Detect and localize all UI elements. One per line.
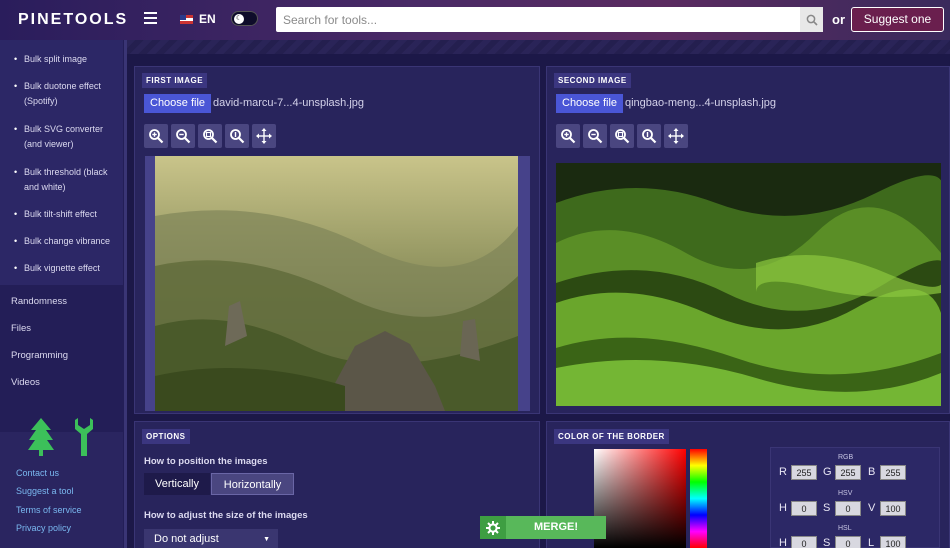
hsl-label: HSL: [838, 525, 852, 532]
sidebar-item[interactable]: Bulk split image: [14, 52, 119, 67]
first-file-name: david-marcu-7...4-unsplash.jpg: [213, 97, 365, 109]
b-input[interactable]: 255: [880, 465, 906, 480]
second-file-name: qingbao-meng...4-unsplash.jpg: [625, 97, 777, 109]
gear-icon: [480, 516, 506, 539]
sidebar-category-files[interactable]: Files: [11, 323, 31, 334]
sidebar-footer: Contact us Suggest a tool Terms of servi…: [0, 418, 123, 548]
second-image-canvas[interactable]: [556, 163, 941, 406]
hsl-h-label: H: [779, 537, 787, 548]
color-values-box: RGB R 255 G 255 B 255 HSV H 0 S 0 V 100 …: [770, 447, 940, 548]
hsl-l-input[interactable]: 100: [880, 536, 906, 548]
sidebar-subcategory-list: Bulk split image Bulk duotone effect (Sp…: [0, 40, 123, 285]
second-move-icon[interactable]: [664, 124, 688, 148]
search-icon: [806, 14, 818, 26]
horizontally-option[interactable]: Horizontally: [211, 473, 294, 495]
sidebar-item[interactable]: Bulk duotone effect (Spotify): [14, 79, 119, 109]
first-image-canvas[interactable]: [145, 156, 530, 411]
first-image-preview: [155, 156, 518, 411]
rgb-label: RGB: [838, 454, 854, 461]
size-label: How to adjust the size of the images: [144, 510, 308, 521]
privacy-link[interactable]: Privacy policy: [16, 523, 71, 533]
search-bar: [276, 7, 823, 32]
hsv-s-input[interactable]: 0: [835, 501, 861, 516]
b-label: B: [868, 466, 876, 478]
first-move-icon[interactable]: [252, 124, 276, 148]
search-input[interactable]: [276, 7, 796, 32]
pine-tree-icon: [28, 418, 54, 456]
language-selector[interactable]: EN: [180, 12, 216, 26]
second-image-tag: SECOND IMAGE: [554, 73, 631, 88]
language-label: EN: [199, 12, 216, 26]
sidebar-category-programming[interactable]: Programming: [11, 350, 68, 361]
terms-link[interactable]: Terms of service: [16, 505, 82, 515]
suggest-button[interactable]: Suggest one: [851, 7, 944, 32]
sidebar-item[interactable]: Bulk change vibrance: [14, 234, 119, 249]
sidebar-scrollbar[interactable]: [124, 40, 127, 548]
suggest-tool-link[interactable]: Suggest a tool: [16, 486, 74, 496]
border-color-tag: COLOR OF THE BORDER: [554, 429, 669, 444]
options-tag: OPTIONS: [142, 429, 190, 444]
moon-icon: ☾: [234, 14, 244, 24]
hue-slider[interactable]: [690, 449, 707, 548]
wrench-icon: [75, 418, 93, 456]
second-choose-file-button[interactable]: Choose file: [556, 94, 624, 113]
first-zoom-in-icon[interactable]: [144, 124, 168, 148]
sidebar-item[interactable]: Bulk vignette effect: [14, 261, 119, 276]
sidebar-item[interactable]: Bulk threshold (black and white): [14, 165, 119, 195]
r-input[interactable]: 255: [791, 465, 817, 480]
hsv-v-label: V: [868, 502, 876, 514]
size-adjust-value: Do not adjust: [154, 533, 219, 545]
hsv-label: HSV: [838, 490, 853, 497]
g-label: G: [823, 466, 832, 478]
us-flag-icon: [180, 14, 193, 24]
contact-link[interactable]: Contact us: [16, 468, 59, 478]
top-header: PINETOOLS EN ☾ or Suggest one: [0, 0, 950, 40]
site-logo[interactable]: PINETOOLS: [18, 11, 128, 29]
main-top-strip: [127, 40, 950, 54]
r-label: R: [779, 466, 787, 478]
first-zoom-reset-icon[interactable]: [225, 124, 249, 148]
vertically-option[interactable]: Vertically: [144, 473, 210, 495]
second-image-preview: [556, 163, 941, 406]
second-zoom-fit-icon[interactable]: [610, 124, 634, 148]
hsv-v-input[interactable]: 100: [880, 501, 906, 516]
hsv-h-label: H: [779, 502, 787, 514]
sidebar-category-randomness[interactable]: Randomness: [11, 296, 67, 307]
hsv-s-label: S: [823, 502, 831, 514]
sidebar-item[interactable]: Bulk tilt-shift effect: [14, 207, 119, 222]
merge-label: MERGE!: [534, 521, 578, 533]
or-text: or: [832, 12, 845, 27]
dark-mode-toggle[interactable]: ☾: [231, 11, 258, 26]
second-zoom-in-icon[interactable]: [556, 124, 580, 148]
first-image-tag: FIRST IMAGE: [142, 73, 208, 88]
color-saturation-picker[interactable]: [594, 449, 686, 548]
hsl-s-input[interactable]: 0: [835, 536, 861, 548]
hsl-s-label: S: [823, 537, 831, 548]
g-input[interactable]: 255: [835, 465, 861, 480]
first-zoom-fit-icon[interactable]: [198, 124, 222, 148]
hamburger-menu-icon[interactable]: [144, 12, 157, 24]
second-zoom-reset-icon[interactable]: [637, 124, 661, 148]
sidebar-item[interactable]: Bulk SVG converter (and viewer): [14, 122, 119, 152]
first-choose-file-button[interactable]: Choose file: [144, 94, 212, 113]
second-zoom-out-icon[interactable]: [583, 124, 607, 148]
position-label: How to position the images: [144, 456, 268, 467]
search-button[interactable]: [800, 7, 823, 32]
hsv-h-input[interactable]: 0: [791, 501, 817, 516]
sidebar: Bulk split image Bulk duotone effect (Sp…: [0, 40, 127, 548]
sidebar-category-videos[interactable]: Videos: [11, 377, 40, 388]
chevron-down-icon: ▼: [263, 536, 270, 543]
first-zoom-out-icon[interactable]: [171, 124, 195, 148]
size-adjust-select[interactable]: Do not adjust ▼: [144, 529, 278, 548]
hsl-l-label: L: [868, 537, 875, 548]
hsl-h-input[interactable]: 0: [791, 536, 817, 548]
